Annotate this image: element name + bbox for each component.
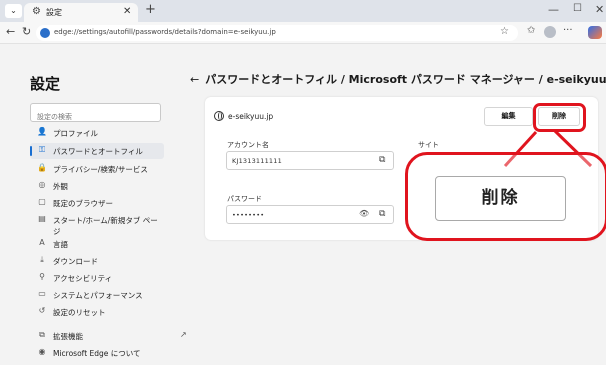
zoomed-delete-button: 削除 <box>435 176 566 221</box>
delete-button-highlight <box>533 103 586 132</box>
